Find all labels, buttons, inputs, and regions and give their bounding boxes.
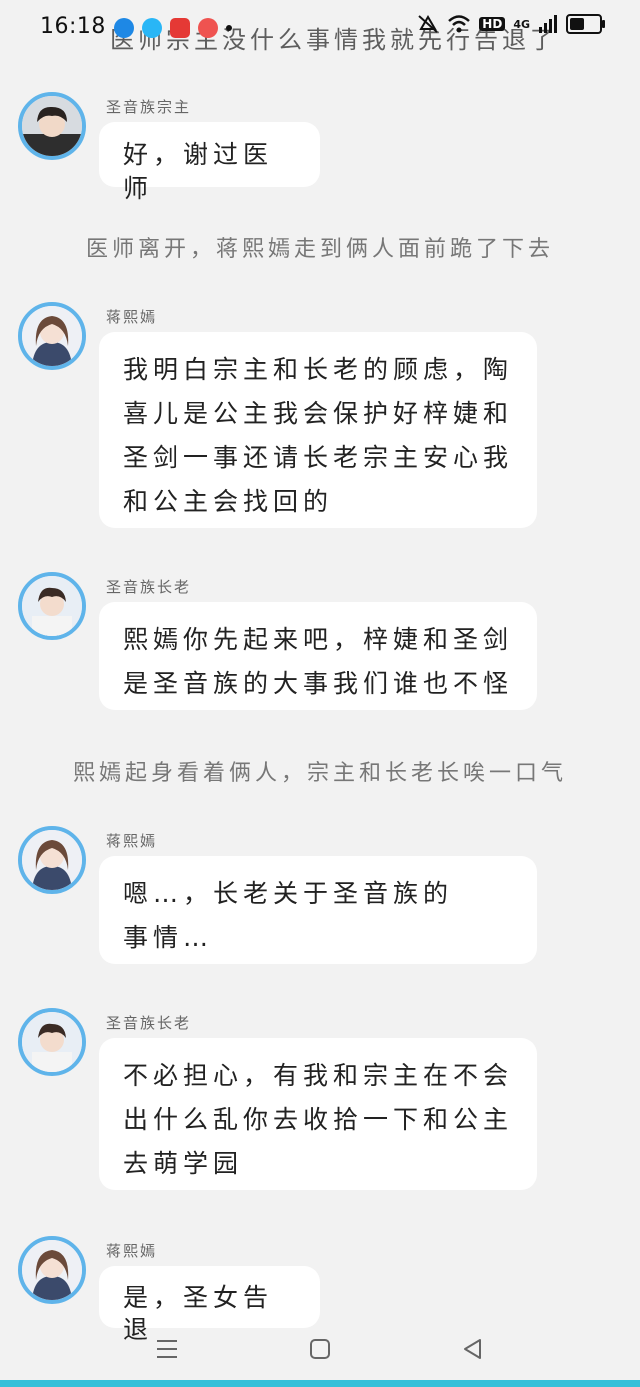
notification-icons — [114, 18, 232, 38]
avatar[interactable] — [18, 572, 86, 640]
home-square-icon[interactable] — [305, 1334, 335, 1364]
network-type: 4G — [513, 17, 530, 31]
sender-name: 蒋熙嫣 — [106, 308, 158, 326]
female-avatar-icon — [22, 830, 82, 890]
menu-icon[interactable] — [152, 1334, 182, 1364]
system-navigation-bar — [0, 1322, 640, 1376]
male-avatar-icon — [22, 96, 82, 156]
message-bubble[interactable]: 是，圣女告退 — [99, 1266, 320, 1344]
narration-text: 熙嫣起身看着俩人，宗主和长老长唉一口气 — [72, 761, 567, 786]
narration-text: 医师离开，蒋熙嫣走到俩人面前跪了下去 — [85, 237, 554, 262]
browser-app-icon — [142, 18, 162, 38]
status-bar: 医师宗主没什么事情我就先行告退了 16:18 HD 4G — [0, 0, 640, 56]
signal-icon — [539, 15, 557, 33]
message-bubble[interactable]: 我明白宗主和长老的顾虑，陶喜儿是公主我会保护好梓婕和圣剑一事还请长老宗主安心我和… — [99, 332, 537, 528]
female-avatar-icon — [22, 1240, 82, 1300]
avatar[interactable] — [18, 1236, 86, 1304]
sender-name: 圣音族长老 — [106, 1014, 192, 1032]
location-app-icon — [114, 18, 134, 38]
sender-name: 圣音族长老 — [106, 578, 192, 596]
back-triangle-icon[interactable] — [458, 1334, 488, 1364]
avatar[interactable] — [18, 92, 86, 160]
battery-icon — [566, 14, 605, 34]
heart-app-icon — [198, 18, 218, 38]
sender-name: 蒋熙嫣 — [106, 832, 158, 850]
female-avatar-icon — [22, 306, 82, 366]
mute-alarm-icon — [418, 15, 438, 33]
system-status-icons: HD 4G — [417, 14, 605, 34]
more-dot-icon — [226, 25, 232, 31]
message-bubble[interactable]: 好，谢过医师 — [99, 122, 320, 203]
message-bubble[interactable]: 熙嫣你先起来吧，梓婕和圣剑是圣音族的大事我们谁也不怪 — [99, 602, 537, 710]
sender-name: 圣音族宗主 — [106, 98, 192, 116]
avatar[interactable] — [18, 302, 86, 370]
sender-name: 蒋熙嫣 — [106, 1242, 158, 1260]
clock: 16:18 — [40, 14, 106, 39]
male-avatar-icon — [22, 1012, 82, 1072]
avatar[interactable] — [18, 826, 86, 894]
video-app-icon — [170, 18, 190, 38]
bottom-accent-line — [0, 1380, 640, 1387]
male-avatar-icon — [22, 576, 82, 636]
hd-badge: HD — [479, 17, 506, 31]
message-bubble[interactable]: 嗯…，长老关于圣音族的事情… — [99, 856, 537, 964]
message-bubble[interactable]: 不必担心，有我和宗主在不会出什么乱你去收拾一下和公主去萌学园 — [99, 1038, 537, 1190]
wifi-icon — [448, 15, 471, 33]
avatar[interactable] — [18, 1008, 86, 1076]
